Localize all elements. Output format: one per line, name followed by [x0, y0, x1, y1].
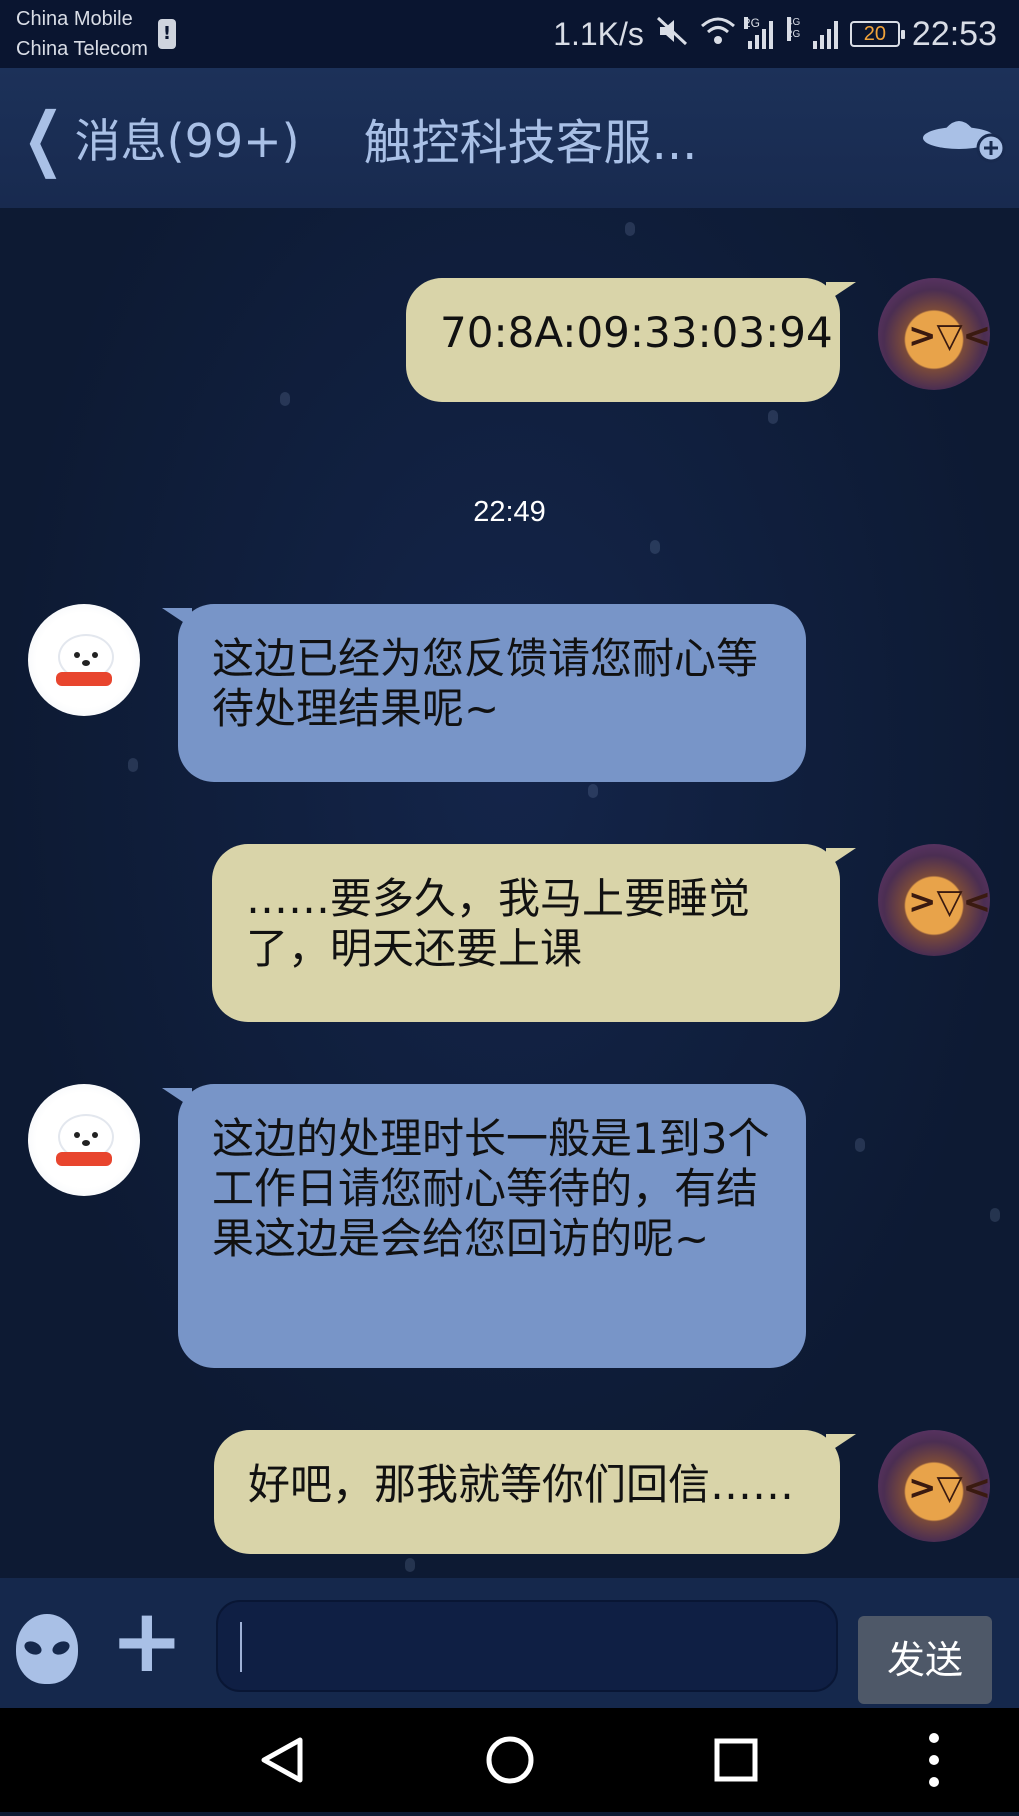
back-label: 消息(99+)	[74, 114, 300, 168]
back-nav-icon[interactable]	[222, 1708, 342, 1812]
avatar-face-icon: >▽<	[908, 316, 990, 356]
my-avatar[interactable]: >▽<	[878, 1430, 990, 1542]
navigation-bar	[0, 1708, 1019, 1812]
agent-avatar[interactable]	[28, 1084, 140, 1196]
message-text: 这边已经为您反馈请您耐心等待处理结果呢~	[212, 634, 759, 733]
carrier-1: China Mobile	[16, 8, 133, 30]
send-button[interactable]: 发送	[858, 1616, 992, 1704]
battery-icon: 20	[849, 21, 905, 47]
ufo-add-icon[interactable]	[921, 108, 1007, 168]
text-cursor	[240, 1622, 242, 1672]
message-text: 这边的处理时长一般是1到3个工作日请您耐心等待的，有结果这边是会给您回访的呢~	[212, 1114, 770, 1263]
timestamp: 22:49	[473, 496, 546, 528]
signal-2-icon: 4G 2G	[786, 17, 838, 49]
message-bubble-incoming[interactable]: 这边已经为您反馈请您耐心等待处理结果呢~	[162, 604, 806, 782]
chevron-left-icon: ❮	[22, 97, 64, 179]
status-bar: China Mobile China Telecom ! 1.1K/s 2G 4…	[0, 0, 1019, 68]
my-avatar[interactable]: >▽<	[878, 278, 990, 390]
message-input[interactable]	[216, 1600, 838, 1692]
avatar-face-icon: >▽<	[908, 1468, 990, 1508]
message-bubble-outgoing[interactable]: 好吧，那我就等你们回信……	[214, 1430, 856, 1554]
recents-nav-icon[interactable]	[676, 1708, 796, 1812]
message-bubble-outgoing[interactable]: ……要多久，我马上要睡觉了，明天还要上课	[212, 844, 856, 1022]
message-list[interactable]: >▽< 70:8A:09:33:03:94 22:49 这边已经为您反馈请您耐心…	[0, 208, 1019, 1578]
carrier-info: China Mobile China Telecom !	[16, 4, 176, 64]
message-text: ……要多久，我马上要睡觉了，明天还要上课	[246, 874, 751, 973]
input-bar: + 发送	[0, 1578, 1019, 1708]
message-text: 70:8A:09:33:03:94	[440, 308, 833, 357]
signal-1-icon: 2G	[743, 17, 773, 49]
more-nav-icon[interactable]	[874, 1708, 994, 1812]
mute-icon	[656, 16, 688, 53]
alien-emoji-icon[interactable]	[16, 1614, 78, 1684]
message-bubble-incoming[interactable]: 这边的处理时长一般是1到3个工作日请您耐心等待的，有结果这边是会给您回访的呢~	[162, 1084, 806, 1368]
my-avatar[interactable]: >▽<	[878, 844, 990, 956]
carrier-2: China Telecom	[16, 38, 148, 60]
chat-header: ❮ 消息(99+) 触控科技客服...	[0, 68, 1019, 208]
sim-alert-icon: !	[157, 19, 176, 49]
network-speed: 1.1K/s	[553, 15, 644, 52]
avatar-face-icon: >▽<	[908, 882, 990, 922]
wifi-icon	[700, 16, 736, 53]
home-nav-icon[interactable]	[450, 1708, 570, 1812]
agent-avatar[interactable]	[28, 604, 140, 716]
clock: 22:53	[911, 14, 997, 53]
back-button[interactable]: ❮ 消息(99+)	[14, 97, 300, 179]
plus-icon[interactable]: +	[110, 1597, 184, 1685]
message-bubble-outgoing[interactable]: 70:8A:09:33:03:94	[406, 278, 856, 402]
message-text: 好吧，那我就等你们回信……	[248, 1460, 795, 1509]
chat-title: 触控科技客服...	[363, 115, 698, 171]
